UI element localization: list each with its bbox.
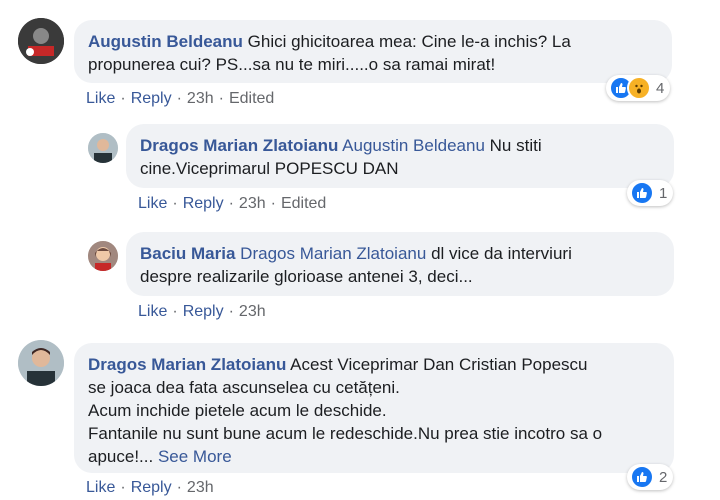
reply-button[interactable]: Reply — [183, 303, 224, 320]
wow-icon — [627, 76, 651, 100]
comment-author[interactable]: Dragos Marian Zlatoianu — [88, 355, 286, 374]
comment-text-line: apuce!... — [88, 447, 154, 466]
reaction-count: 2 — [659, 468, 668, 486]
comment-text-line: dl vice da interviuri — [431, 244, 572, 263]
comment-actions: Like · Reply · 23h · Edited — [138, 195, 327, 212]
comment-text-line: cine.Viceprimarul POPESCU DAN — [140, 159, 399, 178]
avatar-image — [88, 133, 118, 163]
comment-bubble: Baciu Maria Dragos Marian Zlatoianu dl v… — [126, 232, 674, 296]
avatar-image — [18, 340, 64, 386]
comment-bubble: Augustin Beldeanu Ghici ghicitoarea mea:… — [74, 20, 672, 83]
comment-text-line: se joaca dea fata ascunselea cu cetățeni… — [88, 378, 400, 397]
reaction-count: 1 — [659, 184, 668, 202]
comment-bubble: Dragos Marian Zlatoianu Acest Viceprimar… — [74, 343, 674, 473]
like-button[interactable]: Like — [138, 195, 167, 212]
timestamp[interactable]: 23h — [239, 195, 266, 212]
reply-button[interactable]: Reply — [183, 195, 224, 212]
like-icon — [630, 181, 654, 205]
reply-button[interactable]: Reply — [131, 479, 172, 496]
mention-link[interactable]: Dragos Marian Zlatoianu — [240, 244, 426, 263]
comment-actions: Like · Reply · 23h · Edited — [86, 90, 275, 107]
timestamp[interactable]: 23h — [187, 90, 214, 107]
comment-text-line: Acest Viceprimar Dan Cristian Popescu — [290, 355, 588, 374]
comment-text-line: Fantanile nu sunt bune acum le redeschid… — [88, 424, 603, 443]
avatar[interactable] — [88, 241, 118, 271]
edited-label[interactable]: Edited — [281, 195, 326, 212]
like-button[interactable]: Like — [138, 303, 167, 320]
like-icon — [630, 465, 654, 489]
comment-actions: Like · Reply · 23h — [138, 303, 266, 320]
comment-author[interactable]: Augustin Beldeanu — [88, 32, 243, 51]
comment-text-line: Nu stiti — [489, 136, 542, 155]
comment-text-line: Acum inchide pietele acum le deschide. — [88, 401, 387, 420]
comment-text-line: despre realizarile glorioase antenei 3, … — [140, 267, 473, 286]
avatar-image — [18, 18, 64, 64]
comment-text-line: Ghici ghicitoarea mea: Cine le-a inchis?… — [247, 32, 571, 51]
avatar[interactable] — [88, 133, 118, 163]
comment-actions: Like · Reply · 23h — [86, 479, 214, 496]
reactions-summary[interactable]: 2 — [627, 464, 674, 490]
reactions-summary[interactable]: 4 — [606, 75, 671, 101]
mention-link[interactable]: Augustin Beldeanu — [342, 136, 485, 155]
comment-text-line: propunerea cui? PS...sa nu te miri.....o… — [88, 55, 496, 74]
timestamp[interactable]: 23h — [239, 303, 266, 320]
avatar[interactable] — [18, 18, 64, 64]
see-more-link[interactable]: See More — [158, 447, 232, 466]
like-button[interactable]: Like — [86, 479, 115, 496]
timestamp[interactable]: 23h — [187, 479, 214, 496]
edited-label[interactable]: Edited — [229, 90, 274, 107]
avatar[interactable] — [18, 340, 64, 386]
reply-button[interactable]: Reply — [131, 90, 172, 107]
reaction-count: 4 — [656, 79, 665, 97]
comment-author[interactable]: Dragos Marian Zlatoianu — [140, 136, 338, 155]
like-button[interactable]: Like — [86, 90, 115, 107]
comment-author[interactable]: Baciu Maria — [140, 244, 235, 263]
comment-bubble: Dragos Marian Zlatoianu Augustin Beldean… — [126, 124, 674, 188]
reactions-summary[interactable]: 1 — [627, 180, 674, 206]
avatar-image — [88, 241, 118, 271]
